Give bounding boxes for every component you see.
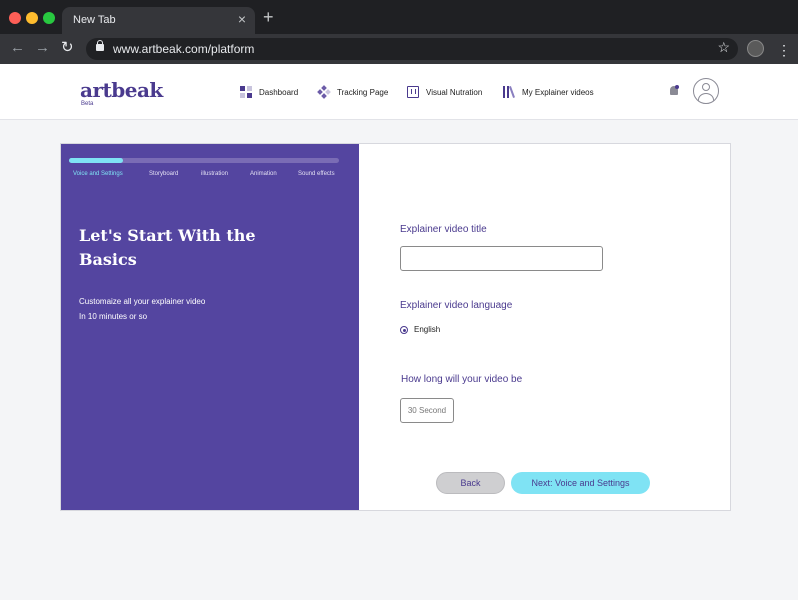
artbeak-logo[interactable]: artbeak [80, 78, 163, 102]
browser-tab[interactable]: New Tab × [62, 7, 255, 34]
step-sound-effects[interactable]: Sound effects [298, 171, 335, 177]
beta-label: Beta [81, 101, 94, 107]
window-minimize-button[interactable] [26, 12, 38, 24]
nav-label: Dashboard [259, 87, 299, 97]
english-radio[interactable] [400, 326, 408, 334]
new-tab-icon[interactable]: + [263, 8, 274, 26]
dashboard-icon [240, 86, 252, 98]
browser-toolbar: ← → ↻ www.artbeak.com/platform ☆ [0, 34, 798, 64]
english-radio-label[interactable]: English [414, 325, 440, 334]
video-language-label: Explainer video language [400, 300, 513, 311]
window-maximize-button[interactable] [43, 12, 55, 24]
step-illustration[interactable]: illustration [201, 171, 228, 177]
wizard-progress-bar [69, 158, 339, 163]
explainer-icon [503, 86, 515, 98]
browser-tab-strip: New Tab × + [0, 0, 798, 34]
step-voice-and-settings[interactable]: Voice and Settings [73, 171, 123, 177]
wizard-card: Voice and Settings Storyboard illustrati… [60, 143, 731, 511]
forward-arrow-icon[interactable]: → [35, 39, 50, 57]
notification-dot [675, 85, 679, 89]
page-title: Let's Start With the Basics [79, 226, 256, 269]
nav-my-explainer-videos[interactable]: My Explainer videos [503, 84, 594, 100]
nav-dashboard[interactable]: Dashboard [240, 84, 298, 100]
wizard-progress-fill [69, 158, 123, 163]
video-title-input[interactable] [400, 246, 603, 271]
address-bar[interactable]: www.artbeak.com/platform ☆ [86, 38, 738, 60]
video-length-label: How long will your video be [401, 374, 523, 385]
step-animation[interactable]: Animation [250, 171, 277, 177]
nav-visual-nutration[interactable]: Visual Nutration [407, 84, 482, 100]
browser-menu-icon[interactable]: ⋮ [777, 40, 791, 60]
browser-profile-icon[interactable] [747, 40, 764, 57]
next-button[interactable]: Next: Voice and Settings [511, 472, 650, 494]
notification-bell-icon[interactable] [669, 85, 679, 97]
user-avatar-icon[interactable] [693, 78, 719, 104]
back-arrow-icon[interactable]: ← [10, 39, 25, 57]
back-button[interactable]: Back [436, 472, 505, 494]
window-close-button[interactable] [9, 12, 21, 24]
tab-close-icon[interactable]: × [238, 11, 246, 27]
bookmark-star-icon[interactable]: ☆ [717, 39, 730, 56]
nav-label: Tracking Page [337, 87, 389, 97]
video-length-select[interactable]: 30 Second [400, 398, 454, 423]
tab-title: New Tab [73, 14, 116, 26]
wizard-intro-panel: Voice and Settings Storyboard illustrati… [61, 144, 359, 510]
address-url[interactable]: www.artbeak.com/platform [113, 42, 254, 56]
step-storyboard[interactable]: Storyboard [149, 171, 178, 177]
reload-icon[interactable]: ↻ [61, 39, 74, 57]
intro-subtext: Customaize all your explainer video In 1… [79, 297, 206, 321]
visual-icon [407, 86, 419, 98]
nav-label: My Explainer videos [522, 87, 594, 97]
tracking-icon [317, 85, 331, 99]
lock-icon [96, 40, 104, 51]
nav-label: Visual Nutration [426, 87, 483, 97]
video-title-label: Explainer video title [400, 224, 487, 235]
nav-tracking-page[interactable]: Tracking Page [317, 84, 389, 100]
